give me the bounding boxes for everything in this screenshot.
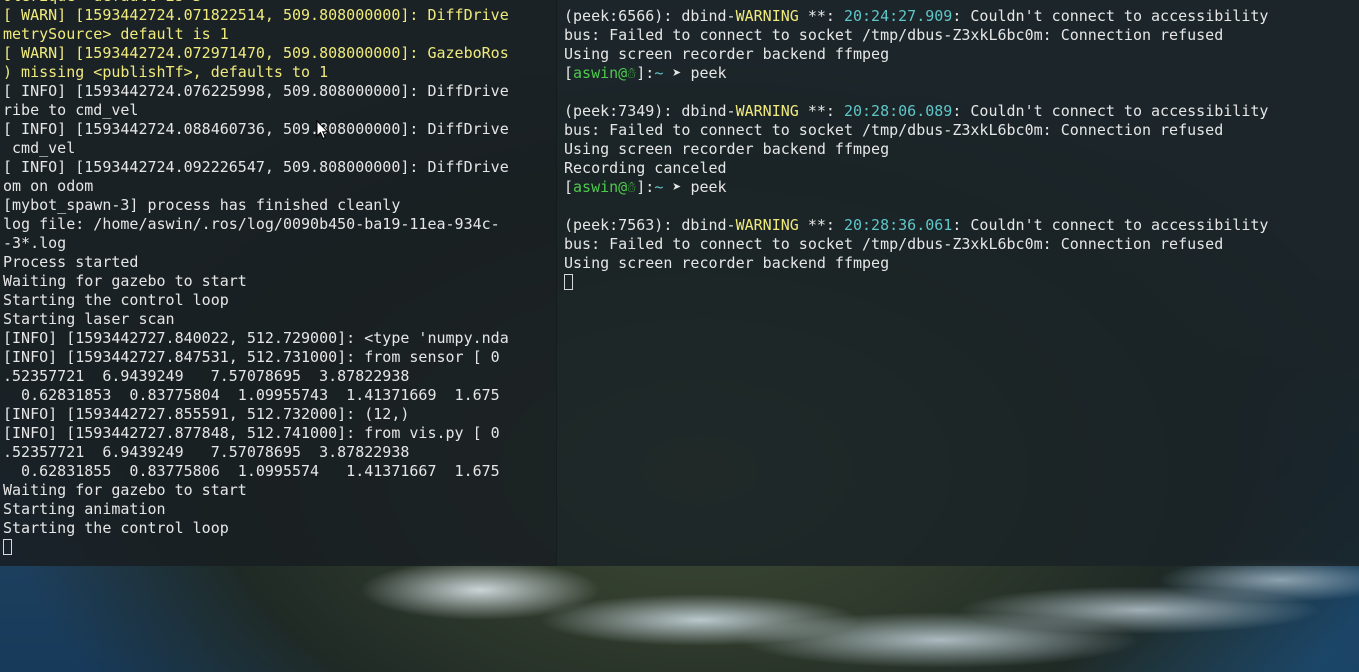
warning-label: WARNING [735, 216, 799, 234]
terminal-window-left[interactable]: olerique> default is 3[ WARN] [159344272… [0, 0, 556, 566]
timestamp: 20:28:36.061 [843, 216, 953, 234]
prompt-user: aswin@ [573, 178, 628, 196]
terminal-line: 0.62831853 0.83775804 1.09955743 1.41371… [3, 386, 500, 404]
warning-stars: **: [798, 102, 844, 120]
terminal-line: [INFO] [1593442727.847531, 512.731000]: … [3, 348, 500, 366]
warning-detail: bus: Failed to connect to socket /tmp/db… [564, 235, 1224, 253]
prompt-bracket-close: ]: [636, 64, 655, 82]
terminal-line: Waiting for gazebo to start [3, 272, 247, 290]
timestamp: 20:28:06.089 [843, 102, 953, 120]
host-icon: ☃ [627, 64, 637, 82]
warning-message: : Couldn't connect to accessibility [952, 216, 1269, 234]
terminal-line [3, 538, 509, 557]
prompt-path: ~ [654, 64, 664, 82]
host-icon: ☃ [627, 178, 637, 196]
prompt-bracket-close: ]: [636, 178, 655, 196]
terminal-line: [INFO] [1593442727.840022, 512.729000]: … [3, 329, 509, 347]
process-id: (peek:7349): dbind- [564, 102, 736, 120]
process-id: (peek:6566): dbind- [564, 7, 736, 25]
prompt-command: peek [690, 64, 727, 82]
terminal-line: .52357721 6.9439249 7.57078695 3.8782293… [3, 367, 410, 385]
terminal-block-cursor [564, 274, 573, 290]
status-line: Using screen recorder backend ffmpeg [564, 254, 890, 272]
warning-message: : Couldn't connect to accessibility [952, 7, 1269, 25]
terminal-output-right: (peek:6566): dbind-WARNING **: 20:24:27.… [564, 7, 1268, 292]
warning-stars: **: [798, 216, 844, 234]
terminal-window-right[interactable]: (peek:6566): dbind-WARNING **: 20:24:27.… [556, 0, 1359, 566]
terminal-line: Starting animation [3, 500, 166, 518]
terminal-line: om on odom [3, 177, 94, 195]
mouse-pointer-icon [316, 120, 329, 140]
desktop-wallpaper: olerique> default is 3[ WARN] [159344272… [0, 0, 1359, 672]
terminal-line: .52357721 6.9439249 7.57078695 3.8782293… [3, 443, 410, 461]
terminal-block-cursor [3, 539, 12, 555]
terminal-line: log file: /home/aswin/.ros/log/0090b450-… [3, 215, 500, 233]
timestamp: 20:24:27.909 [843, 7, 953, 25]
prompt-command: peek [690, 178, 727, 196]
prompt-path: ~ [654, 178, 664, 196]
prompt-arrow-icon: ➤ [663, 178, 691, 196]
warning-stars: **: [798, 7, 844, 25]
terminal-line: [INFO] [1593442727.855591, 512.732000]: … [3, 405, 410, 423]
status-line: Using screen recorder backend ffmpeg [564, 45, 890, 63]
terminal-line: [ WARN] [1593442724.071822514, 509.80800… [3, 6, 509, 24]
warning-line: (peek:6566): dbind-WARNING **: 20:24:27.… [564, 7, 1268, 26]
terminal-line [564, 273, 1268, 292]
terminal-line: ribe to cmd_vel [3, 101, 139, 119]
terminal-line: Starting the control loop [3, 291, 229, 309]
terminal-line: [ INFO] [1593442724.076225998, 509.80800… [3, 82, 509, 100]
terminal-line: [mybot_spawn-3] process has finished cle… [3, 196, 401, 214]
warning-detail: bus: Failed to connect to socket /tmp/db… [564, 26, 1224, 44]
process-id: (peek:7563): dbind- [564, 216, 736, 234]
warning-label: WARNING [735, 102, 799, 120]
wallpaper-surf [180, 560, 1359, 672]
terminal-line: ) missing <publishTf>, defaults to 1 [3, 63, 329, 81]
warning-message: : Couldn't connect to accessibility [952, 102, 1269, 120]
prompt-user: aswin@ [573, 64, 628, 82]
terminal-line: metrySource> default is 1 [3, 25, 229, 43]
prompt-arrow-icon: ➤ [663, 64, 691, 82]
terminal-line: [ INFO] [1593442724.088460736, 509.80800… [3, 120, 509, 138]
warning-label: WARNING [735, 7, 799, 25]
prompt-line: [aswin@☃]:~ ➤ peek [564, 178, 1268, 197]
warning-line: (peek:7349): dbind-WARNING **: 20:28:06.… [564, 102, 1268, 121]
terminal-line: [INFO] [1593442727.877848, 512.741000]: … [3, 424, 500, 442]
status-line: Recording canceled [564, 159, 727, 177]
prompt-bracket-open: [ [564, 178, 574, 196]
terminal-line: -3*.log [3, 234, 67, 252]
terminal-line: Waiting for gazebo to start [3, 481, 247, 499]
terminal-line: Starting the control loop [3, 519, 229, 537]
terminal-line: [ INFO] [1593442724.092226547, 509.80800… [3, 158, 509, 176]
terminal-output-left: olerique> default is 3[ WARN] [159344272… [3, 0, 509, 557]
terminal-line: [ WARN] [1593442724.072971470, 509.80800… [3, 44, 509, 62]
status-line: Using screen recorder backend ffmpeg [564, 140, 890, 158]
prompt-bracket-open: [ [564, 64, 574, 82]
warning-line: (peek:7563): dbind-WARNING **: 20:28:36.… [564, 216, 1268, 235]
prompt-line: [aswin@☃]:~ ➤ peek [564, 64, 1268, 83]
warning-detail: bus: Failed to connect to socket /tmp/db… [564, 121, 1224, 139]
terminal-line: Starting laser scan [3, 310, 175, 328]
terminal-line: cmd_vel [3, 139, 76, 157]
terminal-line: Process started [3, 253, 139, 271]
terminal-line: 0.62831855 0.83775806 1.0995574 1.413716… [3, 462, 500, 480]
